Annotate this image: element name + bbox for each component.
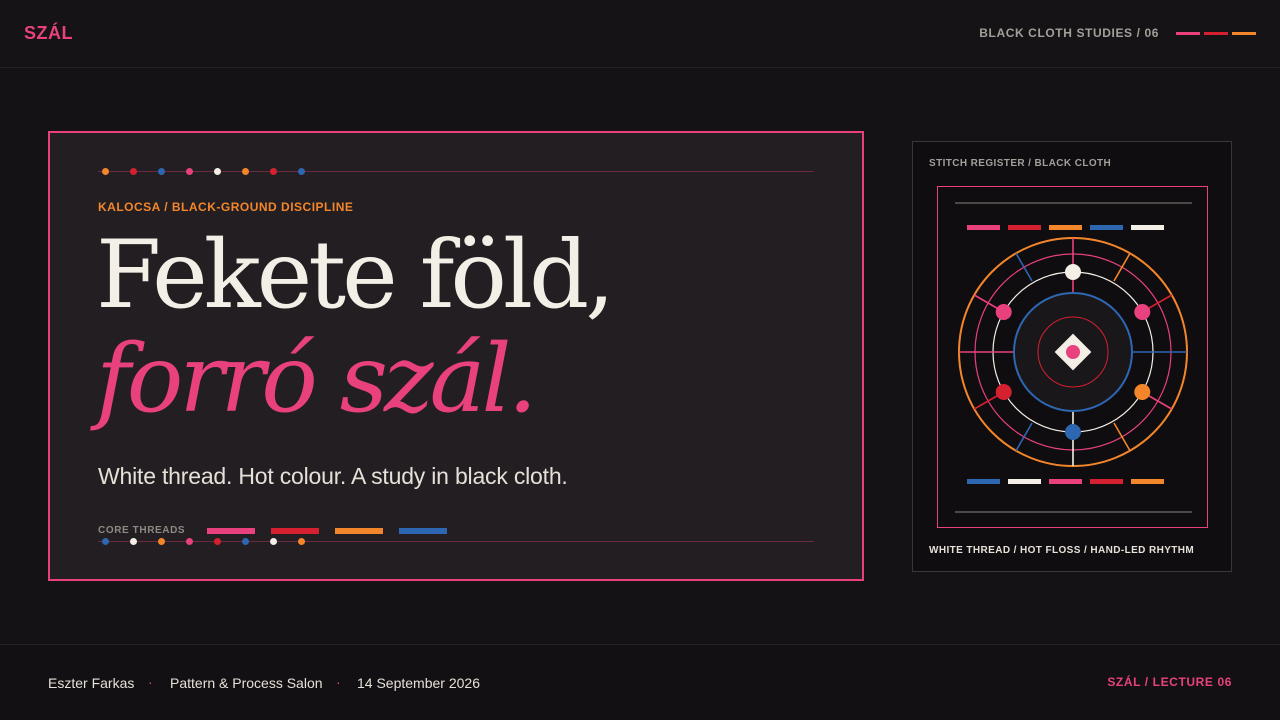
footer-separator: · [336,674,341,690]
color-bar-pink [1049,479,1082,484]
stitch-knot [1065,264,1081,280]
color-bar-white [1131,225,1164,230]
color-bar-red [1090,479,1123,484]
stitch-knot [1134,304,1151,320]
rosette [958,237,1188,467]
title-line-1: Fekete föld, [96,221,615,330]
dash-pink [1176,32,1200,35]
thread-dot-pink [186,538,193,545]
thread-dot-red [130,168,137,175]
thread-dot-orange [102,168,109,175]
thread-dot-blue [298,168,305,175]
dash-red [1204,32,1228,35]
core-thread-blue [399,528,447,534]
spoke [1015,422,1033,452]
brand-logo: SZÁL [24,23,73,43]
thread-dot-orange [158,538,165,545]
subtitle: White thread. Hot colour. A study in bla… [98,463,568,489]
stitch-knot [995,384,1012,400]
footer-lecture-label: SZÁL / LECTURE 06 [1107,675,1232,689]
thread-dot-red [214,538,221,545]
color-bar-pink [967,225,1000,230]
color-bar-orange [1049,225,1082,230]
thread-dot-blue [242,538,249,545]
spoke [1015,252,1033,282]
core-thread-orange [335,528,383,534]
footer-event: Pattern & Process Salon [170,675,323,691]
core-threads-label: CORE THREADS [98,525,186,536]
stitch-knot [1134,384,1151,400]
register-frame [937,186,1208,528]
footer: Eszter Farkas · Pattern & Process Salon … [0,644,1280,720]
color-bar-orange [1131,479,1164,484]
thread-dot-white [214,168,221,175]
color-bar-white [1008,479,1041,484]
dash-orange [1232,32,1256,35]
spoke [1113,252,1131,282]
thread-dot-pink [186,168,193,175]
core-threads [207,528,447,534]
core-thread-pink [207,528,255,534]
top-bar: SZÁL BLACK CLOTH STUDIES / 06 [0,0,1280,68]
thread-dot-orange [298,538,305,545]
kicker: KALOCSA / BLACK-GROUND DISCIPLINE [98,200,354,214]
stitch-knot [1065,424,1081,440]
hero-card: KALOCSA / BLACK-GROUND DISCIPLINE Fekete… [48,131,864,581]
register-caption: WHITE THREAD / HOT FLOSS / HAND-LED RHYT… [929,545,1195,556]
spoke [1113,422,1131,452]
top-thread-rule [98,171,814,172]
title-line-2: forró szál. [96,325,537,434]
register-title: STITCH REGISTER / BLACK CLOTH [929,158,1112,169]
series-label: BLACK CLOTH STUDIES / 06 [979,26,1159,40]
color-bar-blue [967,479,1000,484]
top-color-bars [967,225,1164,230]
stitch-register-panel: STITCH REGISTER / BLACK CLOTH WHITE THRE… [912,141,1232,572]
color-dashes [1176,32,1256,35]
color-bar-blue [1090,225,1123,230]
core-thread-red [271,528,319,534]
thread-dot-blue [102,538,109,545]
footer-author: Eszter Farkas [48,675,135,691]
bottom-thread-rule [98,541,814,542]
thread-dot-white [270,538,277,545]
footer-date: 14 September 2026 [357,675,480,691]
bottom-color-bars [967,479,1164,484]
thread-dot-orange [242,168,249,175]
thread-dot-white [130,538,137,545]
center-dot [1066,345,1080,359]
stitch-rosette-illustration [955,202,1192,513]
thread-dot-red [270,168,277,175]
footer-separator: · [148,674,153,690]
thread-dot-blue [158,168,165,175]
color-bar-red [1008,225,1041,230]
stitch-knot [995,304,1012,320]
